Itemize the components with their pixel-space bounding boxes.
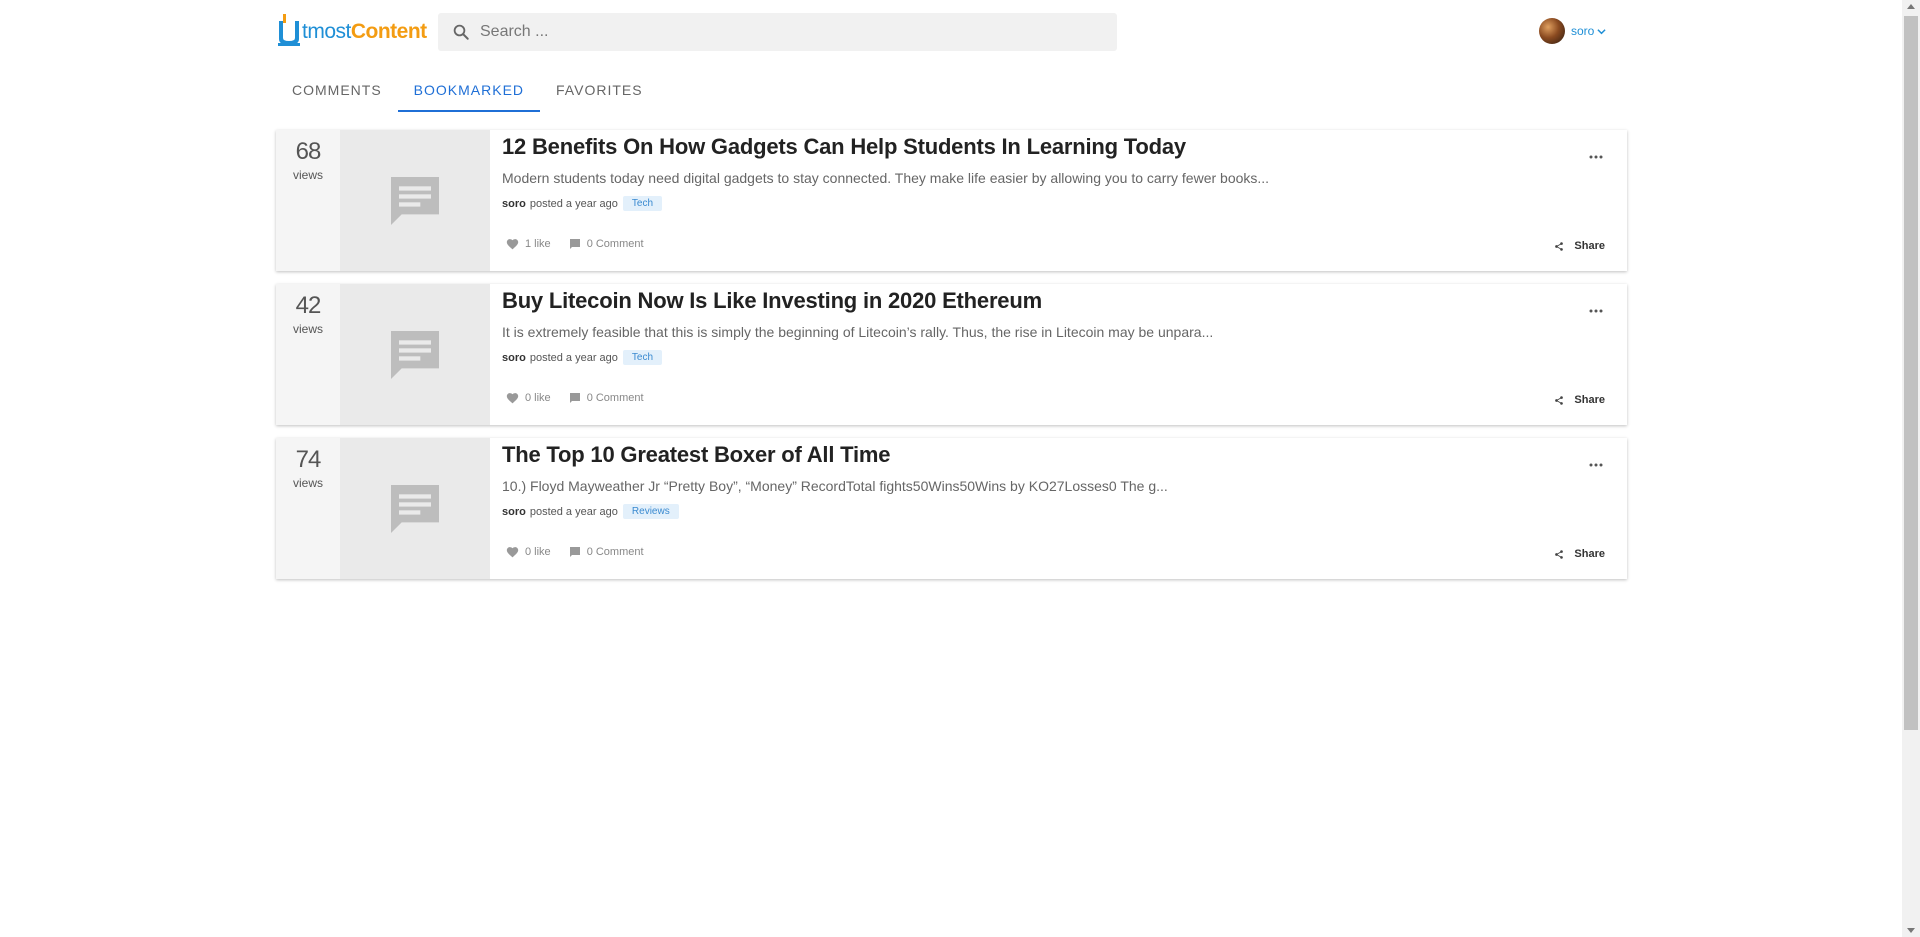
post-content: Buy Litecoin Now Is Like Investing in 20… (502, 284, 1627, 425)
post-actions: 0 like 0 Comment (506, 546, 644, 558)
brand-name: tmostContent (302, 20, 427, 44)
more-options-icon[interactable] (1589, 300, 1603, 318)
more-options-icon[interactable] (1589, 454, 1603, 472)
search-input[interactable] (478, 22, 1082, 42)
share-button[interactable]: Share (1554, 548, 1605, 560)
category-tag[interactable]: Reviews (622, 504, 679, 519)
views-label: views (292, 322, 323, 336)
share-icon (1555, 241, 1564, 251)
category-tag[interactable]: Tech (622, 350, 663, 365)
like-button[interactable]: 0 like (506, 392, 551, 404)
post-card: 42 views Buy Litecoin Now Is Like Invest… (276, 284, 1627, 425)
search-icon (453, 24, 469, 40)
post-thumbnail[interactable] (340, 130, 490, 271)
more-options-icon[interactable] (1589, 146, 1603, 164)
post-title[interactable]: The Top 10 Greatest Boxer of All Time (502, 442, 890, 468)
user-menu[interactable]: soro (1539, 18, 1606, 44)
like-count: 1 like (525, 238, 551, 250)
search-bar[interactable] (438, 13, 1117, 51)
like-count: 0 like (525, 392, 551, 404)
views-counter: 68 views (276, 130, 340, 271)
views-counter: 42 views (276, 284, 340, 425)
comment-placeholder-icon (391, 330, 439, 379)
heart-icon (506, 547, 519, 558)
chevron-down-icon[interactable] (1597, 27, 1606, 36)
brand-name-part-2: Content (350, 20, 427, 43)
post-time: posted a year ago (529, 505, 618, 518)
views-count: 74 (295, 446, 322, 473)
post-actions: 0 like 0 Comment (506, 392, 644, 404)
tab-favorites[interactable]: FAVORITES (540, 72, 659, 112)
share-label: Share (1574, 240, 1605, 252)
heart-icon (506, 239, 519, 250)
comment-count: 0 Comment (586, 392, 644, 404)
brand-logo[interactable]: tmostContent (277, 12, 427, 48)
comment-icon (569, 547, 580, 557)
comment-button[interactable]: 0 Comment (569, 392, 644, 404)
tab-bookmarked[interactable]: BOOKMARKED (397, 72, 541, 112)
logo-cup-icon (277, 13, 301, 47)
post-title[interactable]: 12 Benefits On How Gadgets Can Help Stud… (502, 134, 1186, 160)
scrollbar-thumb[interactable] (1904, 16, 1918, 730)
heart-icon (506, 393, 519, 404)
post-author[interactable]: soro (502, 352, 526, 364)
comment-count: 0 Comment (586, 546, 644, 558)
post-title[interactable]: Buy Litecoin Now Is Like Investing in 20… (502, 288, 1042, 314)
share-label: Share (1574, 548, 1605, 560)
post-excerpt: Modern students today need digital gadge… (502, 170, 1270, 186)
post-thumbnail[interactable] (340, 438, 490, 579)
comment-button[interactable]: 0 Comment (569, 546, 644, 558)
post-excerpt: 10.) Floyd Mayweather Jr “Pretty Boy”, “… (502, 478, 1168, 494)
post-card: 74 views The Top 10 Greatest Boxer of Al… (276, 438, 1627, 579)
post-content: 12 Benefits On How Gadgets Can Help Stud… (502, 130, 1627, 271)
brand-name-part-1: tmost (302, 20, 351, 43)
profile-tabs: COMMENTS BOOKMARKED FAVORITES (276, 72, 659, 112)
share-button[interactable]: Share (1554, 240, 1605, 252)
share-icon (1555, 395, 1564, 405)
tab-comments[interactable]: COMMENTS (276, 72, 398, 112)
post-author[interactable]: soro (502, 506, 526, 518)
page-scrollbar[interactable] (1902, 0, 1920, 937)
comment-count: 0 Comment (586, 238, 644, 250)
views-label: views (292, 168, 323, 182)
comment-placeholder-icon (391, 176, 439, 225)
scroll-up-arrow-icon[interactable] (1907, 4, 1915, 9)
comment-placeholder-icon (391, 484, 439, 533)
post-list: 68 views 12 Benefits On How Gadgets Can … (276, 130, 1627, 592)
post-thumbnail[interactable] (340, 284, 490, 425)
post-actions: 1 like 0 Comment (506, 238, 644, 250)
views-label: views (292, 476, 323, 490)
share-button[interactable]: Share (1554, 394, 1605, 406)
post-author[interactable]: soro (502, 198, 526, 210)
user-name[interactable]: soro (1571, 24, 1594, 38)
views-count: 42 (295, 292, 322, 319)
category-tag[interactable]: Tech (622, 196, 663, 211)
post-time: posted a year ago (529, 351, 618, 364)
post-content: The Top 10 Greatest Boxer of All Time 10… (502, 438, 1627, 579)
post-meta: soro posted a year ago Reviews (502, 504, 679, 519)
share-icon (1555, 549, 1564, 559)
avatar[interactable] (1539, 18, 1565, 44)
views-count: 68 (295, 138, 322, 165)
comment-button[interactable]: 0 Comment (569, 238, 644, 250)
like-count: 0 like (525, 546, 551, 558)
post-card: 68 views 12 Benefits On How Gadgets Can … (276, 130, 1627, 271)
share-label: Share (1574, 394, 1605, 406)
like-button[interactable]: 0 like (506, 546, 551, 558)
post-time: posted a year ago (529, 197, 618, 210)
post-meta: soro posted a year ago Tech (502, 196, 663, 211)
like-button[interactable]: 1 like (506, 238, 551, 250)
top-header: tmostContent soro (0, 0, 1900, 64)
scroll-down-arrow-icon[interactable] (1907, 928, 1915, 933)
post-excerpt: It is extremely feasible that this is si… (502, 324, 1214, 340)
post-meta: soro posted a year ago Tech (502, 350, 663, 365)
views-counter: 74 views (276, 438, 340, 579)
comment-icon (569, 239, 580, 249)
comment-icon (569, 393, 580, 403)
